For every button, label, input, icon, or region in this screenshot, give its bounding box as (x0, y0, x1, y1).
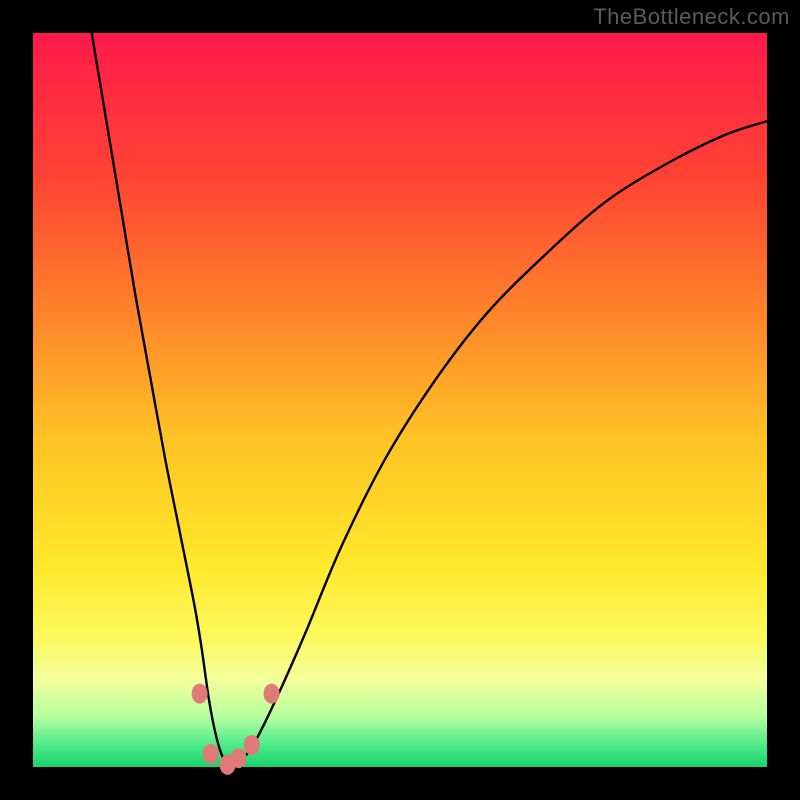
curve-marker (231, 748, 247, 768)
curve-marker (244, 735, 260, 755)
curve-marker (264, 684, 280, 704)
bottleneck-chart (0, 0, 800, 800)
chart-frame: TheBottleneck.com (0, 0, 800, 800)
curve-marker (192, 684, 208, 704)
curve-marker (203, 744, 219, 764)
watermark-text: TheBottleneck.com (593, 4, 790, 30)
plot-background (33, 33, 767, 767)
